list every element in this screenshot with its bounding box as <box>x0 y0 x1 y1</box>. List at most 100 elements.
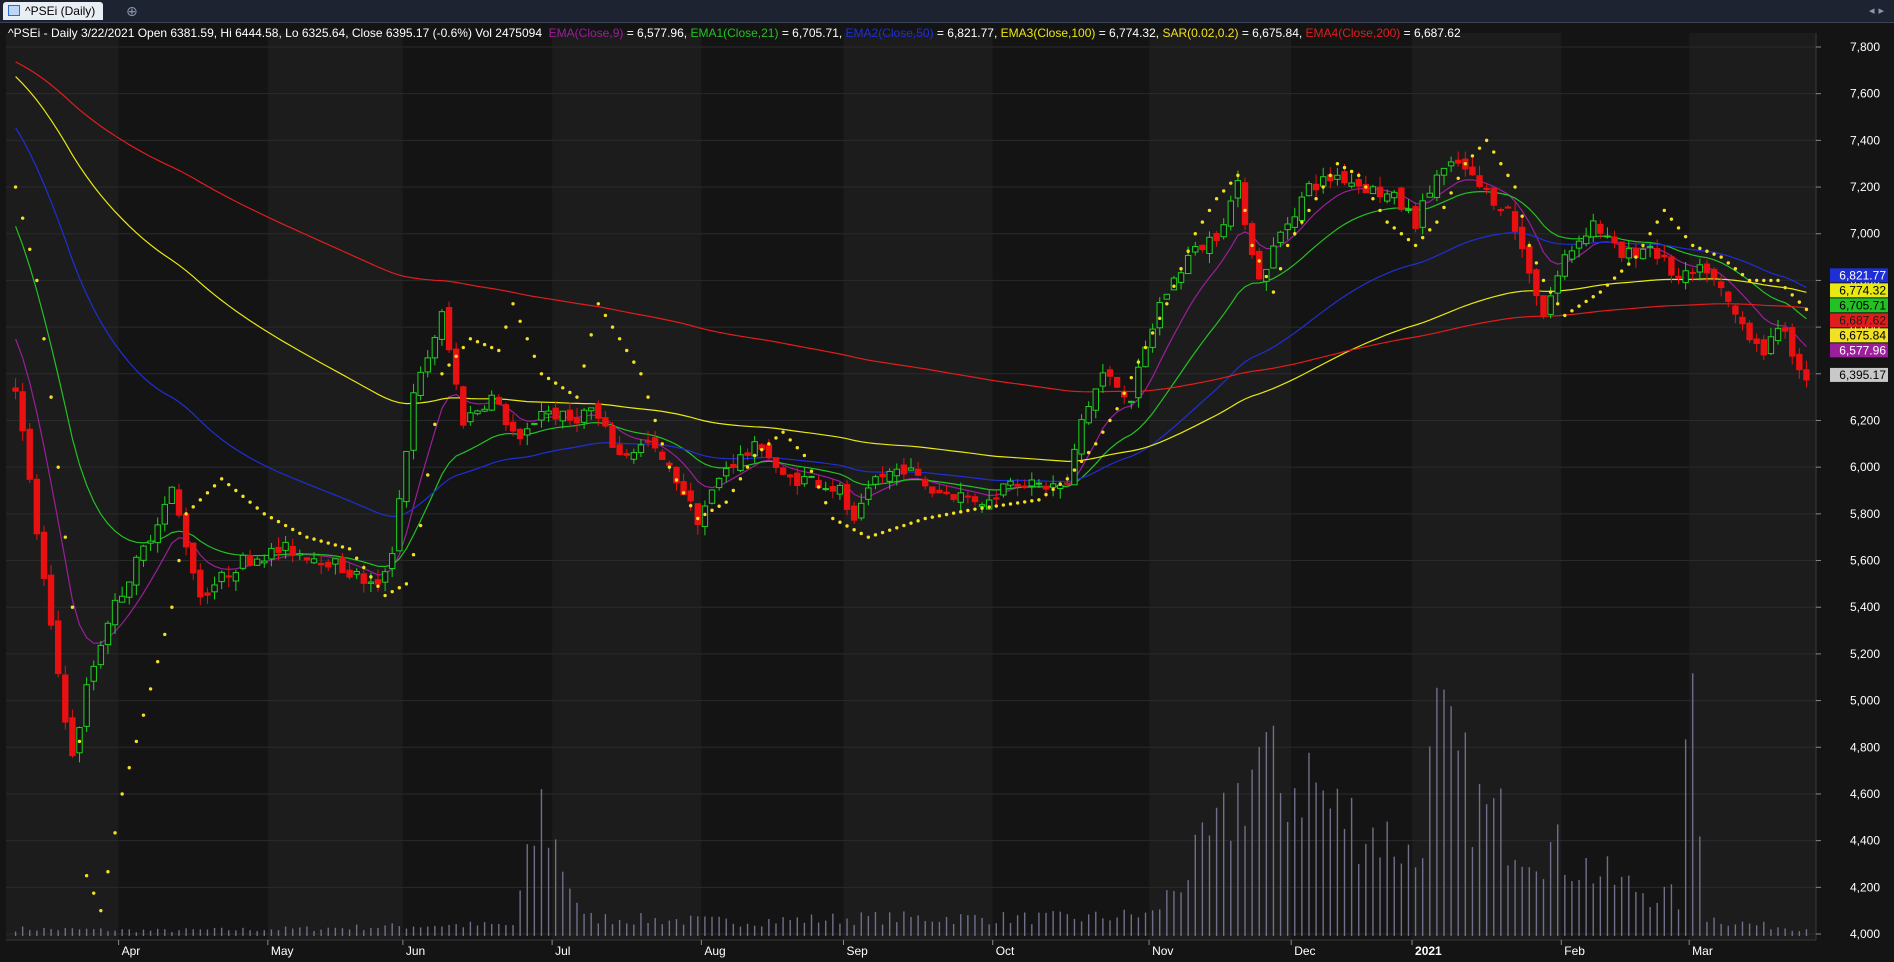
candle-down <box>502 404 510 426</box>
sar-dot <box>1314 197 1318 201</box>
sar-dot <box>1790 293 1794 297</box>
sar-dot <box>468 337 473 341</box>
sar-dot <box>383 593 387 598</box>
sar-dot <box>461 345 465 350</box>
price-tag-label: 6,705.71 <box>1839 298 1886 312</box>
sar-dot <box>163 632 167 637</box>
legend-indicator-value: = 6,687.62 <box>1400 26 1461 40</box>
sar-dot <box>1150 331 1155 335</box>
sar-dot <box>1200 220 1205 224</box>
price-chart[interactable]: 4,000 4,200 4,400 4,600 4,800 5,000 5,200 5,400… <box>0 23 1894 962</box>
candle-up <box>737 454 744 471</box>
candle-down <box>1476 175 1483 188</box>
sar-dot <box>930 515 935 519</box>
candle-down <box>651 437 659 449</box>
add-tab-icon[interactable]: ⊕ <box>126 2 138 20</box>
candle-up <box>1568 250 1576 260</box>
candle-down <box>914 468 922 476</box>
candle-up <box>630 452 638 460</box>
sar-dot <box>717 504 721 508</box>
sar-dot <box>347 547 352 551</box>
candle-up <box>1078 419 1085 455</box>
sar-dot <box>760 447 764 452</box>
candle-down <box>509 421 517 432</box>
sar-dot <box>291 527 295 532</box>
sar-dot <box>234 488 238 493</box>
scroll-tabs-icon[interactable]: ◂▸ <box>1869 2 1888 20</box>
candle-up <box>1646 245 1654 248</box>
price-tag: 6,821.77 <box>1830 268 1888 283</box>
sar-dot <box>490 345 494 350</box>
sar-dot <box>418 523 423 528</box>
sar-dot <box>1321 185 1325 189</box>
sar-dot <box>1691 243 1695 248</box>
candle-down <box>616 444 623 456</box>
y-tick-label: 5,800 <box>1850 507 1880 521</box>
sar-dot <box>148 687 153 691</box>
candle-down <box>182 513 190 548</box>
candle-up <box>1085 405 1092 424</box>
sar-dot <box>1705 249 1709 253</box>
sar-dot <box>688 503 693 508</box>
sar-dot <box>1165 302 1169 306</box>
candle-down <box>566 409 574 421</box>
candle-up <box>1298 196 1306 221</box>
sar-dot <box>1250 243 1254 248</box>
candle-up <box>474 410 481 415</box>
sar-dot <box>447 363 451 367</box>
legend-indicator-value: = 6,705.71, <box>778 26 843 40</box>
candle-up <box>111 599 119 626</box>
y-tick-label: 6,200 <box>1850 413 1880 427</box>
sar-dot <box>1307 208 1311 213</box>
sar-dot <box>20 216 25 220</box>
candle-up <box>1348 182 1355 187</box>
candle-up <box>1369 186 1377 195</box>
sar-dot <box>1527 243 1531 248</box>
sar-dot <box>987 505 991 509</box>
sar-dot <box>1186 249 1190 253</box>
candle-up <box>637 444 645 454</box>
candle-down <box>829 486 837 492</box>
candle-down <box>1789 327 1796 357</box>
sar-dot <box>1030 499 1034 503</box>
sar-dot <box>539 372 544 376</box>
candle-down <box>1312 183 1320 191</box>
price-tag: 6,687.62 <box>1830 313 1888 328</box>
candle-down <box>659 451 666 461</box>
legend-indicator-value: = 6,821.77, <box>933 26 998 40</box>
legend-indicator-name: EMA1(Close,21) <box>687 26 779 40</box>
candle-down <box>943 491 950 495</box>
price-tag: 6,675.84 <box>1830 328 1888 343</box>
sar-dot <box>852 528 856 532</box>
sar-dot <box>1428 228 1432 232</box>
candle-down <box>772 457 780 468</box>
candle-down <box>445 307 453 351</box>
candle-down <box>1398 187 1405 211</box>
candle-up <box>1383 193 1391 202</box>
sar-dot <box>1371 197 1375 201</box>
sar-dot <box>1243 208 1247 213</box>
sar-dot <box>1804 307 1809 312</box>
sar-dot <box>1221 189 1226 193</box>
sar-dot <box>553 381 558 385</box>
sar-dot <box>1207 208 1212 213</box>
sar-dot <box>127 765 131 770</box>
y-tick-label: 4,600 <box>1850 787 1880 801</box>
candle-up <box>822 488 829 491</box>
candle-up <box>1049 483 1057 488</box>
sar-dot <box>617 337 622 341</box>
sar-dot <box>980 506 984 510</box>
y-tick-label: 7,600 <box>1850 87 1880 101</box>
sar-dot <box>1641 243 1645 248</box>
sar-dot <box>99 908 103 913</box>
sar-dot <box>1413 243 1418 248</box>
candle-up <box>431 336 439 359</box>
sar-dot <box>667 465 672 469</box>
sar-dot <box>369 575 373 579</box>
candle-up <box>147 540 154 544</box>
candle-up <box>1277 231 1284 244</box>
candle-up <box>438 311 446 340</box>
sar-dot <box>1392 226 1396 230</box>
candle-up <box>715 477 723 489</box>
chart-tab[interactable]: ^PSEi (Daily) <box>3 2 104 20</box>
